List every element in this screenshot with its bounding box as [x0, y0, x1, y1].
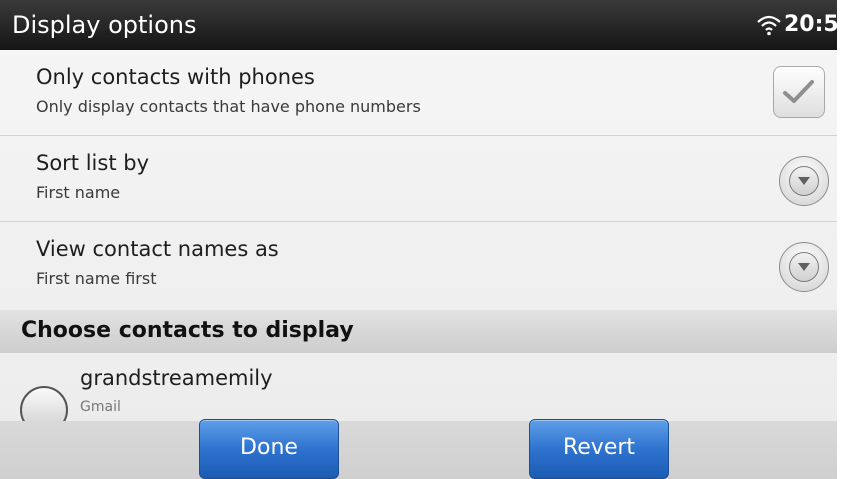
setting-secondary-label: First name: [36, 183, 121, 202]
display-options-screen: Display options 20:56 Only contacts with…: [0, 0, 837, 479]
dropdown-icon: [789, 252, 819, 282]
checkmark-icon: [783, 80, 814, 103]
page-title: Display options: [12, 11, 197, 39]
name-format-dropdown-button[interactable]: [779, 242, 829, 292]
setting-only-contacts-with-phones[interactable]: Only contacts with phones Only display c…: [0, 50, 837, 136]
dropdown-icon: [789, 166, 819, 196]
section-title: Choose contacts to display: [21, 318, 354, 343]
wifi-icon: [756, 14, 782, 36]
status-bar: Display options 20:56: [0, 0, 837, 50]
setting-secondary-label: Only display contacts that have phone nu…: [36, 97, 421, 116]
revert-button[interactable]: Revert: [529, 419, 669, 479]
setting-secondary-label: First name first: [36, 269, 157, 288]
account-name: grandstreamemily: [80, 366, 273, 390]
bottom-button-bar: Done Revert: [0, 419, 837, 479]
setting-primary-label: Sort list by: [36, 151, 149, 175]
setting-primary-label: Only contacts with phones: [36, 65, 315, 89]
section-header: Choose contacts to display: [0, 310, 837, 353]
chevron-down-icon: [798, 177, 810, 185]
done-button[interactable]: Done: [199, 419, 339, 479]
account-list-item[interactable]: grandstreamemily Gmail: [0, 353, 837, 434]
status-time: 20:56: [784, 12, 837, 37]
chevron-down-icon: [798, 263, 810, 271]
account-type: Gmail: [80, 399, 121, 415]
sort-dropdown-button[interactable]: [779, 156, 829, 206]
phones-only-checkbox[interactable]: [773, 66, 825, 118]
screen-edge: [837, 0, 846, 479]
setting-view-contact-names-as[interactable]: View contact names as First name first: [0, 222, 837, 308]
setting-sort-list-by[interactable]: Sort list by First name: [0, 136, 837, 222]
setting-primary-label: View contact names as: [36, 237, 279, 261]
